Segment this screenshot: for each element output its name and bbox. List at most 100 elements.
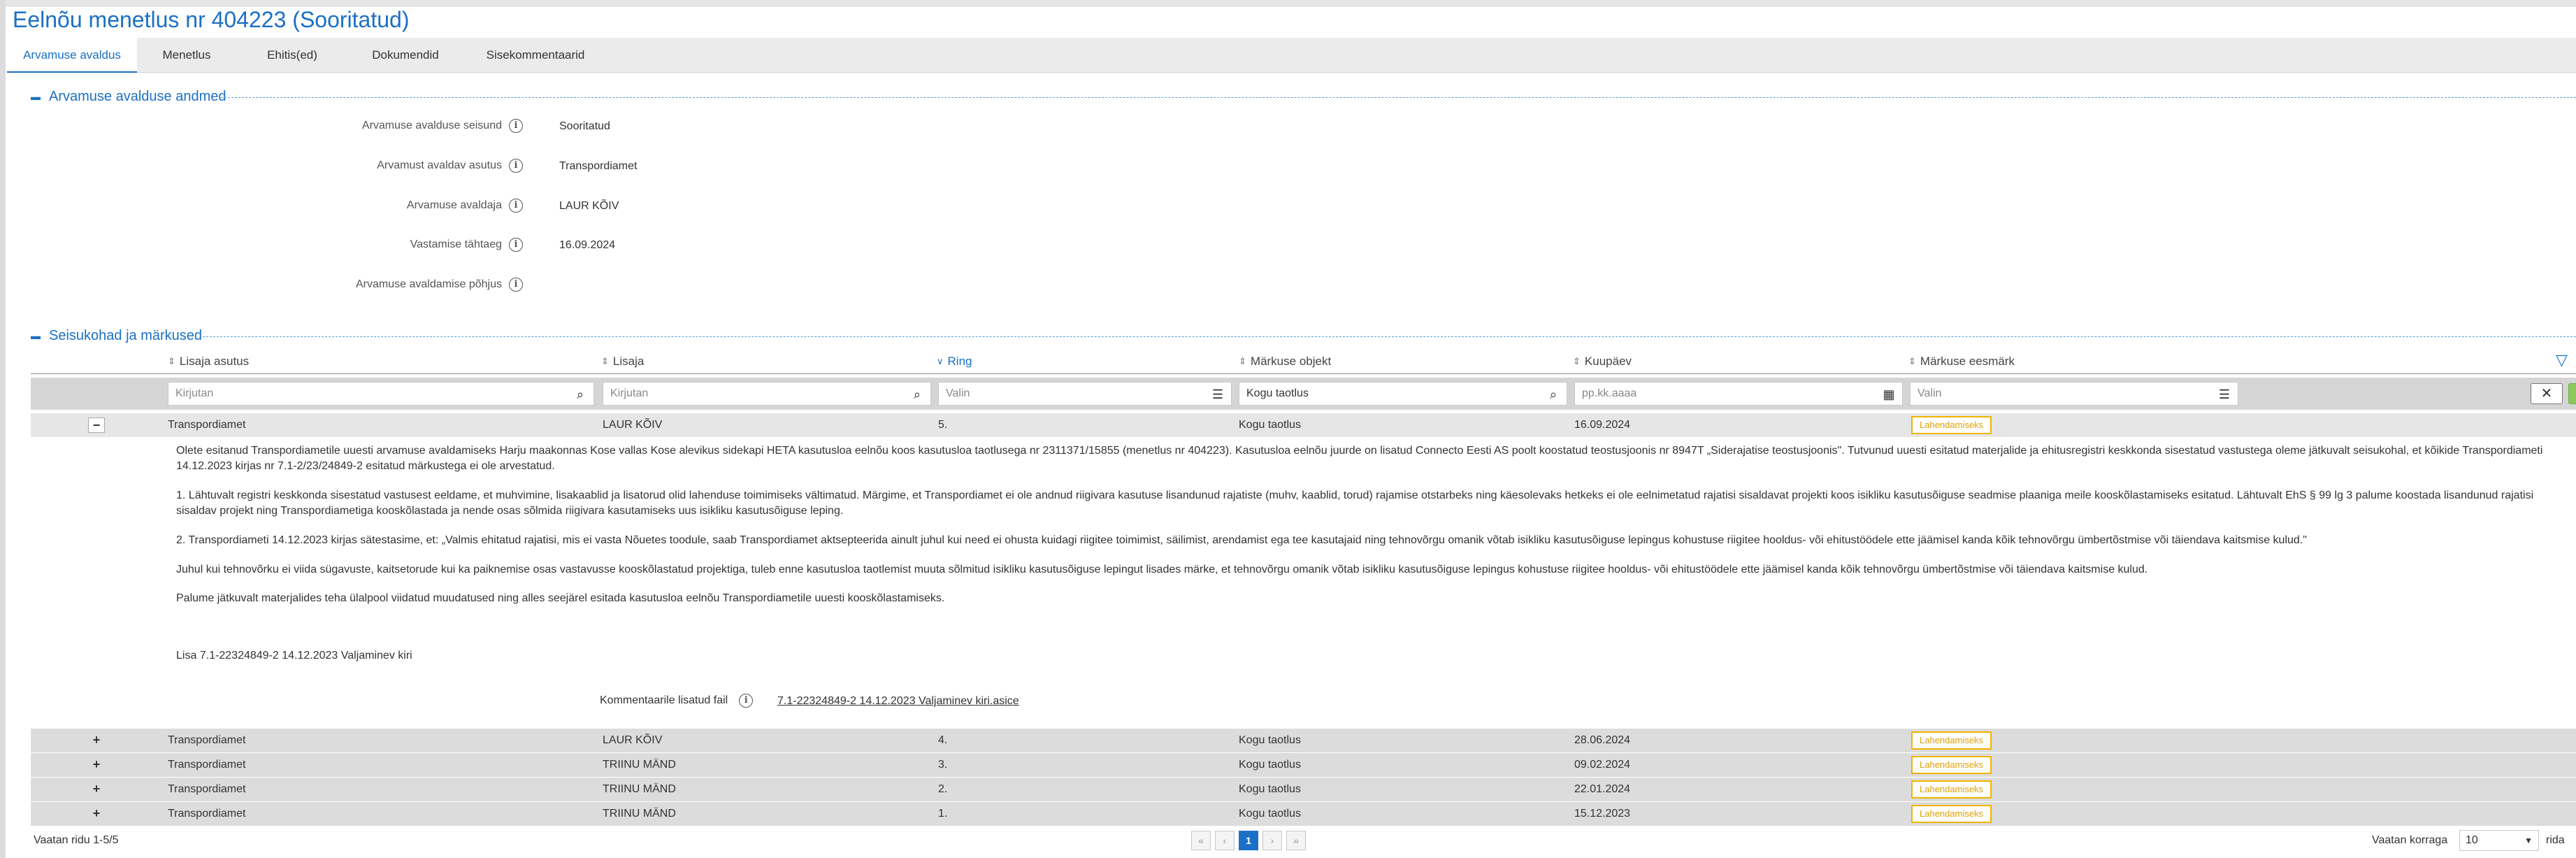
status-badge: Lahendamiseks	[1911, 805, 1992, 823]
comment-paragraph: 2. Transpordiameti 14.12.2023 kirjas sät…	[176, 534, 2307, 546]
table-row[interactable]: − Transpordiamet LAUR KÕIV 5. Kogu taotl…	[31, 413, 2576, 437]
filter-lisaja-input[interactable]	[603, 382, 930, 405]
expand-row-button[interactable]: +	[88, 806, 105, 822]
tabs-bar: Arvamuse avaldus Menetlus Ehitis(ed) Dok…	[7, 38, 2576, 73]
apply-filters-button[interactable]: ✓	[2568, 383, 2576, 404]
cell-lisaja: TRIINU MÄND	[603, 808, 676, 820]
cell-asutus: Transpordiamet	[168, 808, 246, 820]
table-row[interactable]: + Transpordiamet TRIINU MÄND 3. Kogu tao…	[31, 753, 2576, 777]
page-size-select[interactable]: 10 ▼	[2459, 830, 2539, 851]
filter-kuupaev-input[interactable]	[1575, 382, 1902, 405]
sort-icon: ⇕	[1239, 356, 1246, 366]
cell-asutus: Transpordiamet	[168, 734, 246, 746]
status-badge: Lahendamiseks	[1911, 780, 1992, 799]
column-header-ring[interactable]: ∨ Ring	[937, 352, 972, 371]
field-label-avaldaja: Arvamuse avaldaja i	[20, 199, 523, 213]
attachment-link[interactable]: 7.1-22324849-2 14.12.2023 Valjaminev kir…	[777, 695, 1019, 708]
attachment-label: Kommentaarile lisatud fail i	[600, 694, 754, 708]
comment-detail: Olete esitanud Transpordiametile uuesti …	[176, 443, 2567, 474]
cell-objekt: Kogu taotlus	[1239, 759, 1301, 771]
table-row[interactable]: + Transpordiamet TRIINU MÄND 1. Kogu tao…	[31, 802, 2576, 826]
filter-row: ⌕ ⌕ ☰ ⌕ ▦ ☰ ✕ ✓	[31, 378, 2576, 410]
comment-paragraph: Lisa 7.1-22324849-2 14.12.2023 Valjamine…	[176, 650, 412, 662]
collapse-icon[interactable]: ▬	[31, 331, 41, 341]
clear-filters-button[interactable]: ✕	[2531, 383, 2563, 404]
tab-ehitised[interactable]: Ehitis(ed)	[236, 38, 348, 73]
section-divider	[203, 336, 2576, 337]
double-chevron-left-icon: «	[1198, 835, 1204, 846]
prev-page-button[interactable]: ‹	[1215, 831, 1235, 850]
cell-kuupaev: 22.01.2024	[1574, 783, 1631, 795]
column-header-objekt[interactable]: ⇕ Märkuse objekt	[1239, 352, 1331, 371]
info-icon[interactable]: i	[509, 199, 523, 213]
list-icon[interactable]: ☰	[2217, 387, 2232, 402]
info-icon[interactable]: i	[509, 238, 523, 252]
info-icon[interactable]: i	[739, 694, 754, 708]
list-icon[interactable]: ☰	[1210, 387, 1225, 402]
filter-kuupaev: ▦	[1574, 382, 1903, 406]
status-badge: Lahendamiseks	[1911, 731, 1992, 750]
info-icon[interactable]: i	[509, 119, 523, 133]
header-underline	[31, 373, 2576, 374]
chevron-down-icon: ▼	[2524, 836, 2533, 845]
search-icon[interactable]: ⌕	[1546, 387, 1561, 402]
first-page-button[interactable]: «	[1191, 831, 1211, 850]
status-badge: Lahendamiseks	[1911, 416, 1992, 434]
close-icon: ✕	[2540, 386, 2553, 401]
cell-objekt: Kogu taotlus	[1239, 734, 1301, 746]
column-header-kuupaev[interactable]: ⇕ Kuupäev	[1573, 352, 1632, 371]
column-header-label: Ring	[947, 355, 972, 368]
filter-ring-input[interactable]	[939, 382, 1231, 405]
collapse-icon[interactable]: ▬	[31, 92, 41, 101]
tab-dokumendid[interactable]: Dokumendid	[348, 38, 463, 73]
funnel-icon[interactable]: ▽	[2556, 351, 2568, 369]
tab-arvamuse-avaldus[interactable]: Arvamuse avaldus	[7, 38, 137, 73]
page-button-current[interactable]: 1	[1239, 831, 1258, 850]
column-header-label: Lisaja asutus	[179, 355, 250, 368]
tab-sisekommentaarid[interactable]: Sisekommentaarid	[463, 38, 608, 73]
filter-lisaja: ⌕	[603, 382, 931, 406]
page-size-value: 10	[2466, 834, 2478, 846]
field-label-text: Arvamuse avaldaja	[406, 199, 502, 212]
page-title: Eelnõu menetlus nr 404223 (Sooritatud)	[13, 7, 410, 32]
section-title: Seisukohad ja märkused	[49, 327, 203, 343]
cell-asutus: Transpordiamet	[168, 783, 246, 795]
table-row[interactable]: + Transpordiamet LAUR KÕIV 4. Kogu taotl…	[31, 729, 2576, 752]
section-title: Arvamuse avalduse andmed	[49, 88, 226, 104]
next-page-button[interactable]: ›	[1262, 831, 1282, 850]
last-page-button[interactable]: »	[1286, 831, 1306, 850]
field-label-pohjus: Arvamuse avaldamise põhjus i	[20, 278, 523, 292]
filter-asutus-input[interactable]	[168, 382, 593, 405]
cell-ring: 2.	[938, 783, 948, 795]
chevron-down-icon: ∨	[937, 356, 944, 366]
expand-row-button[interactable]: +	[88, 757, 105, 773]
expand-row-button[interactable]: +	[88, 733, 105, 748]
tab-menetlus[interactable]: Menetlus	[137, 38, 236, 73]
field-value-asutus: Transpordiamet	[559, 160, 638, 172]
expand-row-button[interactable]: +	[88, 782, 105, 797]
chevron-right-icon: ›	[1270, 835, 1274, 846]
search-icon[interactable]: ⌕	[573, 387, 588, 402]
info-icon[interactable]: i	[509, 278, 523, 292]
search-icon[interactable]: ⌕	[909, 387, 925, 402]
cell-ring: 5.	[938, 419, 948, 431]
filter-eesmark-input[interactable]	[1911, 382, 2238, 405]
column-header-asutus[interactable]: ⇕ Lisaja asutus	[168, 352, 249, 371]
double-chevron-right-icon: »	[1293, 835, 1299, 846]
calendar-icon[interactable]: ▦	[1881, 387, 1897, 402]
cell-kuupaev: 28.06.2024	[1574, 734, 1631, 746]
info-icon[interactable]: i	[509, 159, 523, 173]
cell-ring: 1.	[938, 808, 948, 820]
comment-detail: Juhul kui tehnovõrku ei viida sügavuste,…	[176, 562, 2567, 578]
rows-info: Vaatan ridu 1-5/5	[34, 834, 119, 846]
column-header-lisaja[interactable]: ⇕ Lisaja	[601, 352, 644, 371]
filter-objekt-input[interactable]	[1239, 382, 1567, 405]
table-row[interactable]: + Transpordiamet TRIINU MÄND 2. Kogu tao…	[31, 778, 2576, 801]
filter-eesmark: ☰	[1910, 382, 2238, 406]
left-edge	[0, 0, 6, 858]
comment-paragraph: Olete esitanud Transpordiametile uuesti …	[176, 445, 2543, 472]
column-header-eesmark[interactable]: ⇕ Märkuse eesmärk	[1908, 352, 2015, 371]
collapse-row-button[interactable]: −	[88, 417, 105, 433]
filter-ring: ☰	[938, 382, 1232, 406]
field-value-avaldaja: LAUR KÕIV	[559, 200, 619, 212]
